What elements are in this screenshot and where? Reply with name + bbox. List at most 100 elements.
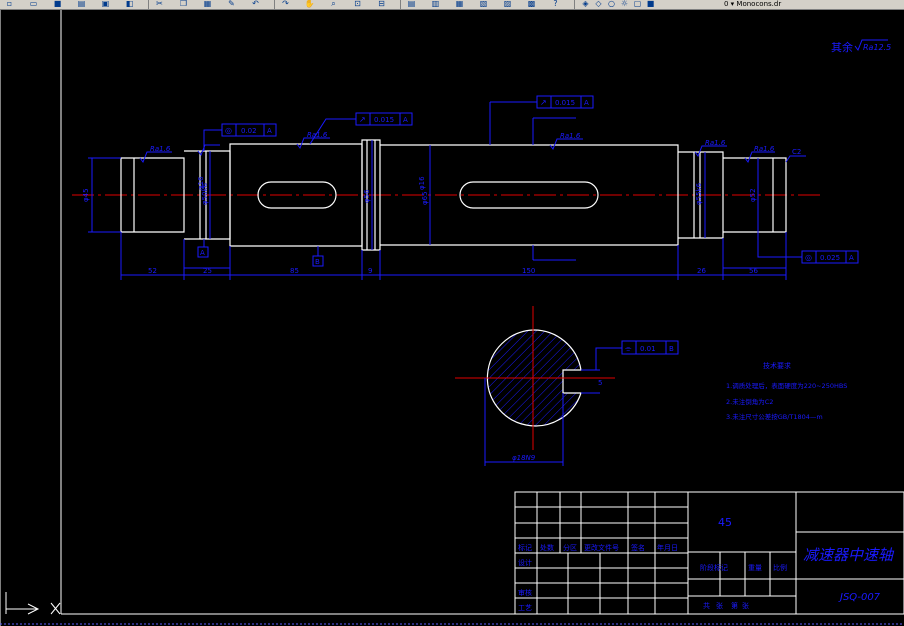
cut-icon[interactable]: ✂ (154, 0, 165, 8)
tolerance-frame-4: ◎ 0.025 A (757, 232, 859, 264)
open-icon[interactable]: ▭ (28, 0, 39, 8)
properties-icon[interactable]: ▤ (406, 0, 417, 8)
dim-len-2: 25 (203, 267, 212, 275)
help-icon[interactable]: ? (550, 0, 561, 8)
preview-icon[interactable]: ▣ (100, 0, 111, 8)
paste-icon[interactable]: ▦ (202, 0, 213, 8)
tool-palettes-icon[interactable]: ▦ (454, 0, 465, 8)
drawing-svg[interactable]: 其余 Ra12.5 φ45 φ50k6 φ56 φ65 φ55k6 φ52 φ1… (0, 10, 904, 626)
dim-len-1: 52 (148, 267, 157, 275)
dim-len-7: 56 (749, 267, 758, 275)
dimension-lines (88, 102, 787, 280)
svg-text:0.01: 0.01 (640, 345, 656, 353)
label-sheets-2: 张 (742, 601, 749, 610)
lock-icon[interactable]: ▢ (632, 0, 643, 8)
drawing-canvas[interactable]: 其余 Ra12.5 φ45 φ50k6 φ56 φ65 φ55k6 φ52 φ1… (0, 10, 904, 626)
copy-icon[interactable]: ❐ (178, 0, 189, 8)
sheet-set-icon[interactable]: ▧ (478, 0, 489, 8)
roughness-1: Ra1.6 (150, 145, 171, 153)
match-properties-icon[interactable]: ✎ (226, 0, 237, 8)
tolerance-frame-3: ↗ 0.015 A (490, 95, 594, 109)
redo-icon[interactable]: ↷ (280, 0, 291, 8)
dim-dia-8: φ16 (418, 176, 426, 190)
dim-len-4: 9 (368, 267, 372, 275)
roughness-other-value: Ra12.5 (863, 43, 891, 52)
print-icon[interactable]: ▤ (76, 0, 87, 8)
calculator-icon[interactable]: ▩ (526, 0, 537, 8)
dim-dia-7: φ16 (197, 176, 205, 190)
tech-req-line-2: 2.未注倒角为C2 (726, 397, 773, 406)
svg-text:B: B (669, 345, 674, 353)
standard-toolbar: ▫ ▭ ■ ▤ ▣ ◧ ✂ ❐ ▦ ✎ ↶ ↷ ✋ ⌕ ⊡ ⊟ ▤ ▥ ▦ ▧ ▨ ▩? ◈ ◇ ○ ☼ ▢ ■ 0 ▾ Monocon… (0, 0, 904, 10)
toolbar-separator (148, 0, 149, 9)
publish-icon[interactable]: ◧ (124, 0, 135, 8)
svg-text:⌯: ⌯ (625, 344, 632, 353)
tech-req-line-1: 1.调质处理后，表面硬度为220~250HBS (726, 381, 847, 390)
svg-text:0.015: 0.015 (374, 116, 394, 124)
roughness-other-label: 其余 (831, 40, 853, 54)
design-center-icon[interactable]: ▥ (430, 0, 441, 8)
part-name: 减速器中速轴 (803, 546, 895, 564)
pan-icon[interactable]: ✋ (304, 0, 315, 8)
svg-text:A: A (584, 99, 589, 107)
svg-text:0.025: 0.025 (820, 254, 840, 262)
chamfer-note: C2 (785, 148, 806, 163)
svg-text:B: B (315, 258, 320, 266)
label-sheets-1: 张 (716, 601, 723, 610)
svg-text:0.015: 0.015 (555, 99, 575, 107)
dim-dia-5: φ55k6 (695, 182, 703, 205)
label-sheet-no: 第 (731, 601, 738, 610)
hdr-mark: 标记 (518, 543, 532, 552)
roughness-4: Ra1.6 (705, 139, 726, 147)
toolbar-separator (274, 0, 275, 9)
label-design: 设计 (518, 558, 532, 567)
diameter-labels: φ45 φ50k6 φ56 φ65 φ55k6 φ52 φ16 φ16 (82, 176, 757, 205)
datum-b: B (312, 246, 324, 267)
label-total: 共 (703, 601, 710, 610)
label-ratio: 比例 (773, 563, 787, 572)
toolbar-separator (574, 0, 575, 9)
save-icon[interactable]: ■ (52, 0, 63, 8)
section-view: φ18N9 5 ⌯ 0.01 B (455, 306, 679, 466)
svg-text:A: A (403, 116, 408, 124)
svg-text:◎: ◎ (805, 253, 812, 262)
zoom-previous-icon[interactable]: ⊟ (376, 0, 387, 8)
svg-text:↗: ↗ (540, 98, 547, 107)
dim-len-3: 85 (290, 267, 299, 275)
roughness-marks (139, 137, 775, 164)
layer-icon[interactable]: ◈ (580, 0, 591, 8)
roughness-3: Ra1.6 (560, 132, 581, 140)
technical-requirements: 技术要求 1.调质处理后，表面硬度为220~250HBS 2.未注倒角为C2 3… (726, 361, 847, 421)
svg-text:C2: C2 (792, 148, 801, 156)
layer-state-icon[interactable]: ◇ (593, 0, 604, 8)
tolerance-frame-2: ↗ 0.015 A (309, 112, 413, 145)
dim-dia-3: φ56 (363, 189, 371, 203)
dim-len-6: 26 (697, 267, 706, 275)
sun-icon[interactable]: ☼ (619, 0, 630, 8)
hdr-change: 更改文件号 (584, 543, 619, 552)
layer-dropdown[interactable]: 0 ▾ Monocons.dr (724, 0, 781, 8)
svg-text:0.02: 0.02 (241, 127, 257, 135)
hdr-zone: 分区 (563, 543, 577, 552)
svg-text:A: A (849, 254, 854, 262)
new-icon[interactable]: ▫ (4, 0, 15, 8)
hdr-sign: 签名 (631, 543, 645, 552)
zoom-window-icon[interactable]: ⊡ (352, 0, 363, 8)
svg-text:↗: ↗ (359, 115, 366, 124)
svg-text:◎: ◎ (225, 126, 232, 135)
tech-req-title: 技术要求 (763, 361, 791, 370)
markup-icon[interactable]: ▨ (502, 0, 513, 8)
roughness-5: Ra1.6 (754, 145, 775, 153)
zoom-realtime-icon[interactable]: ⌕ (328, 0, 339, 8)
tech-req-line-3: 3.未注尺寸公差按GB/T1804—m (726, 412, 823, 421)
label-stage: 阶段标记 (700, 563, 728, 572)
dim-len-5: 150 (522, 267, 535, 275)
color-icon[interactable]: ■ (645, 0, 656, 8)
ucs-icon (5, 592, 61, 615)
bulb-icon[interactable]: ○ (606, 0, 617, 8)
label-process: 工艺 (518, 604, 532, 612)
material-label: 45 (718, 516, 732, 529)
hdr-date: 年月日 (657, 543, 678, 552)
drawing-number: JSQ-007 (838, 592, 881, 603)
undo-icon[interactable]: ↶ (250, 0, 261, 8)
